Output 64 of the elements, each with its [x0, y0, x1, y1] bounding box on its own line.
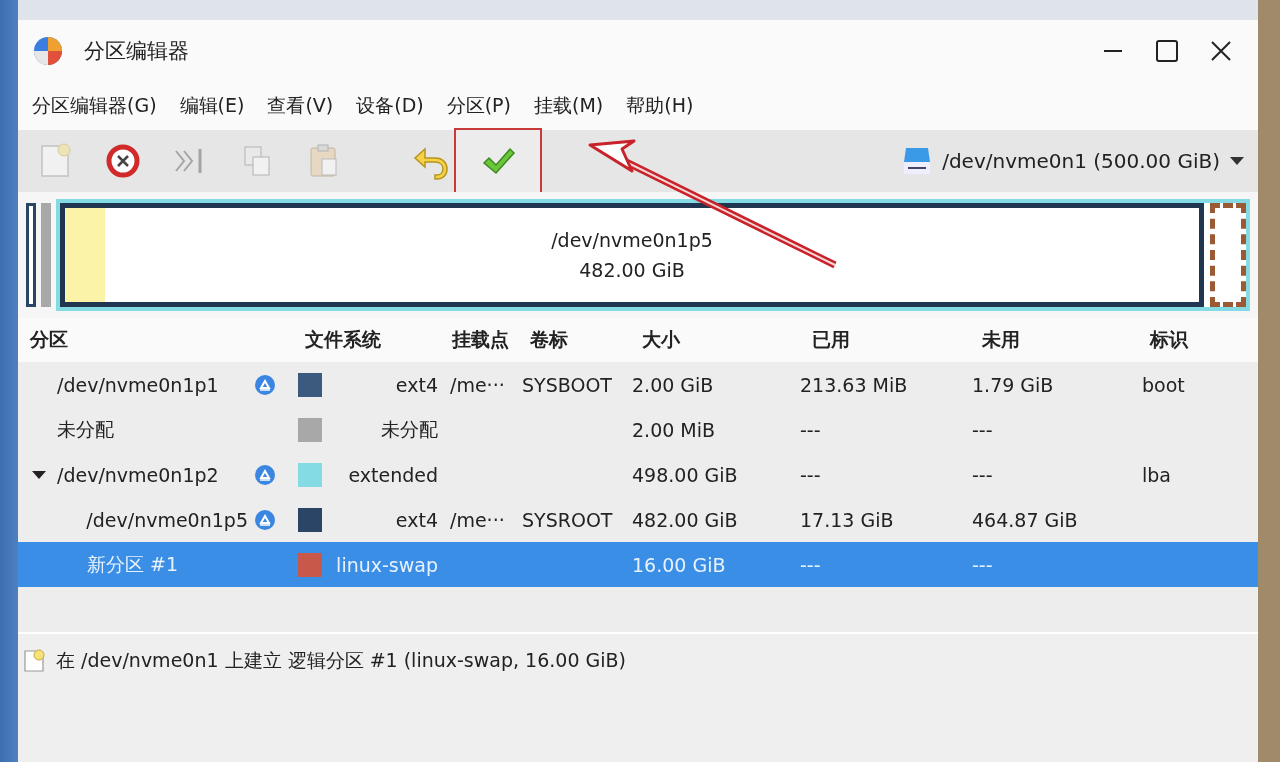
size-text: 498.00 GiB [632, 463, 738, 486]
used-text: --- [800, 418, 821, 441]
column-header[interactable]: 文件系统 [300, 327, 446, 353]
unused-text: --- [972, 553, 993, 576]
size-text: 2.00 MiB [632, 418, 716, 441]
used-text: --- [800, 553, 821, 576]
filesystem-text: linux-swap [336, 553, 438, 576]
mount-point-text: /me··· [450, 373, 505, 396]
partition-row[interactable]: 未分配 未分配 2.00 MiB --- --- [18, 407, 1258, 452]
column-header[interactable]: 挂载点 [446, 327, 526, 353]
expander-icon[interactable] [32, 469, 46, 480]
window-title: 分区编辑器 [84, 38, 190, 65]
unused-text: 464.87 GiB [972, 508, 1078, 531]
volume-label-text: SYSROOT [522, 508, 613, 531]
menu-item[interactable]: 查看(V) [257, 93, 344, 119]
partition-name: /dev/nvme0n1p2 [57, 463, 219, 486]
column-header[interactable]: 已用 [804, 327, 976, 353]
unused-text: 1.79 GiB [972, 373, 1054, 396]
filesystem-text: ext4 [395, 508, 438, 531]
app-logo-icon [32, 35, 64, 67]
new-partition-block[interactable] [1210, 203, 1246, 307]
partition-size: 482.00 GiB [579, 259, 685, 281]
partition-name: /dev/nvme0n1p5 [86, 508, 248, 531]
flags-text: boot [1142, 373, 1185, 396]
column-header[interactable]: 标识 [1146, 327, 1188, 353]
new-document-icon [22, 648, 46, 674]
used-text: 213.63 MiB [800, 373, 908, 396]
mount-point-text: /me··· [450, 508, 505, 531]
menu-item[interactable]: 编辑(E) [169, 93, 255, 119]
dropdown-caret-icon [1230, 156, 1244, 166]
device-selector[interactable]: /dev/nvme0n1 (500.00 GiB) [902, 144, 1258, 178]
minimize-icon [1104, 50, 1122, 52]
partition-name: 新分区 #1 [87, 551, 179, 577]
used-text: 17.13 GiB [800, 508, 894, 531]
filesystem-text: extended [348, 463, 438, 486]
operation-text: 在 /dev/nvme0n1 上建立 逻辑分区 #1 (linux-swap, 16.00 GiB) [56, 648, 626, 673]
menu-item[interactable]: 帮助(H) [616, 93, 704, 119]
partition-row[interactable]: /dev/nvme0n1p5 ext4 /me··· SYSROOT 482.00 GiB 17.13 GiB 464.87 GiB [18, 497, 1258, 542]
filesystem-text: ext4 [395, 373, 438, 396]
partition-name: /dev/nvme0n1p5 [551, 229, 713, 251]
column-header[interactable]: 未用 [976, 327, 1146, 353]
size-text: 482.00 GiB [632, 508, 738, 531]
partition-block[interactable] [26, 203, 36, 307]
column-header[interactable]: 卷标 [526, 327, 636, 353]
unused-text: --- [972, 418, 993, 441]
size-text: 2.00 GiB [632, 373, 714, 396]
volume-label-text: SYSBOOT [522, 373, 612, 396]
partition-name: 未分配 [57, 416, 114, 442]
partition-row[interactable]: /dev/nvme0n1p1 ext4 /me··· SYSBOOT 2.00 GiB 213.63 MiB 1.79 GiB boot [18, 362, 1258, 407]
menu-item[interactable]: 分区(P) [436, 93, 521, 119]
used-text: --- [800, 463, 821, 486]
size-text: 16.00 GiB [632, 553, 726, 576]
column-header[interactable]: 分区 [18, 327, 300, 353]
menu-item[interactable]: 分区编辑器(G) [22, 93, 167, 119]
partition-name: /dev/nvme0n1p1 [57, 373, 219, 396]
flags-text: lba [1142, 463, 1171, 486]
column-header[interactable]: 大小 [636, 327, 804, 353]
apply-button[interactable] [454, 128, 542, 194]
device-label: /dev/nvme0n1 (500.00 GiB) [942, 149, 1220, 173]
unused-text: --- [972, 463, 993, 486]
filesystem-text: 未分配 [381, 417, 438, 440]
menu-item[interactable]: 设备(D) [346, 93, 434, 119]
partition-row[interactable]: /dev/nvme0n1p2 extended 498.00 GiB --- --- lba [18, 452, 1258, 497]
menu-item[interactable]: 挂载(M) [524, 93, 614, 119]
